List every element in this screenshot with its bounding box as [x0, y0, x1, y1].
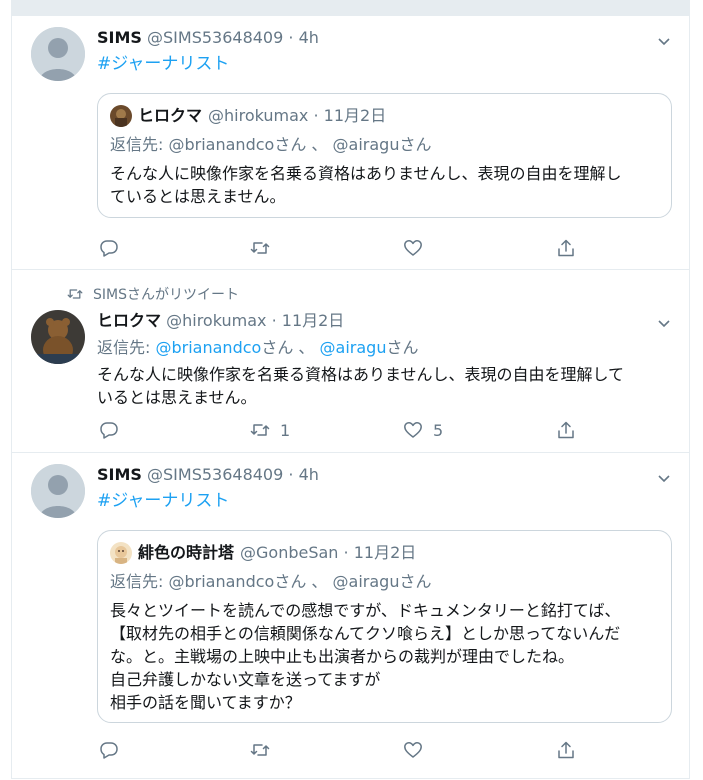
text-line: 相手の話を聞いてますか？ — [110, 693, 301, 712]
tweet-actions — [97, 236, 597, 260]
like-icon — [404, 422, 422, 438]
tweet[interactable]: SIMS @SIMS53648409 · 4h #ジャーナリスト 緋色の時計塔 … — [12, 453, 689, 779]
avatar[interactable] — [31, 27, 85, 81]
text-line: ているとは思えません。 — [110, 187, 286, 206]
retweet-count: 1 — [280, 420, 291, 440]
retweet-button[interactable] — [250, 738, 270, 762]
timestamp[interactable]: 4h — [299, 28, 319, 47]
timestamp[interactable]: 11月2日 — [282, 311, 345, 330]
reply-icon — [100, 422, 118, 439]
reply-context: 返信先: @brianandcoさん 、 @airaguさん — [97, 336, 672, 359]
user-handle: @hirokumax — [208, 106, 309, 125]
reply-separator: 、 — [311, 135, 328, 154]
reply-context: 返信先: @brianandcoさん 、 @airaguさん — [110, 134, 431, 156]
timestamp[interactable]: 4h — [299, 465, 319, 484]
timestamp: 11月2日 — [353, 543, 417, 562]
timeline-top-bar — [11, 0, 690, 16]
user-name[interactable]: SIMS — [97, 465, 142, 484]
user-handle: @GonbeSan — [240, 543, 339, 562]
retweet-icon — [250, 744, 270, 756]
timestamp: 11月2日 — [323, 106, 387, 125]
reply-mention-link[interactable]: @brianandco — [156, 338, 262, 357]
hashtag-link[interactable]: #ジャーナリスト — [97, 53, 229, 75]
share-icon — [558, 741, 574, 759]
quoted-tweet-text: 長々とツイートを読んでの感想ですが、ドキュメンタリーと銘打てば、 【取材先の相手… — [110, 599, 662, 714]
user-handle[interactable]: @hirokumax — [166, 311, 266, 330]
share-button[interactable] — [556, 236, 576, 260]
quoted-tweet-text: そんな人に映像作家を名乗る資格はありませんし、表現の自由を理解し ているとは思え… — [110, 162, 662, 208]
text-line: いるとは思えません。 — [97, 388, 257, 407]
avatar[interactable] — [31, 310, 85, 364]
reply-context: 返信先: @brianandcoさん 、 @airaguさん — [110, 571, 431, 593]
like-count: 5 — [433, 420, 444, 440]
like-button[interactable] — [403, 236, 423, 260]
quoted-tweet-header: 緋色の時計塔 @GonbeSan · 11月2日 — [110, 542, 416, 564]
reply-prefix: 返信先: — [97, 338, 151, 357]
avatar[interactable] — [31, 464, 85, 518]
text-line: な。と。主戦場の上映中止も出演者からの裁判が理由でしたね。 — [110, 647, 575, 666]
caret-down-icon[interactable] — [657, 34, 671, 48]
tweet-header: SIMS @SIMS53648409 · 4h — [97, 28, 319, 47]
text-line: 長々とツイートを読んでの感想ですが、ドキュメンタリーと銘打てば、 — [110, 601, 621, 620]
reply-separator: 、 — [298, 338, 315, 357]
quoted-tweet-header: ヒロクマ @hirokumax · 11月2日 — [110, 105, 386, 127]
text-line: 【取材先の相手との信頼関係なんてクソ喰らえ】としか思ってないんだ — [110, 624, 621, 643]
caret-down-icon[interactable] — [657, 471, 671, 485]
reply-mention: @airaguさん — [332, 135, 432, 154]
user-name[interactable]: SIMS — [97, 28, 142, 47]
reply-prefix: 返信先: — [110, 572, 164, 591]
reply-mention: @brianandcoさん — [168, 135, 307, 154]
user-handle[interactable]: @SIMS53648409 — [147, 28, 283, 47]
tweet[interactable]: SIMSさんがリツイート ヒロクマ @hirokumax · 11月2日 返信先… — [12, 270, 689, 453]
reply-mention: @brianandcoさん — [168, 572, 307, 591]
reply-button[interactable] — [99, 738, 119, 762]
tweet-header: SIMS @SIMS53648409 · 4h — [97, 465, 319, 484]
retweet-button[interactable]: 1 — [250, 418, 290, 442]
quoted-tweet[interactable]: 緋色の時計塔 @GonbeSan · 11月2日 返信先: @brianandc… — [97, 530, 672, 723]
share-icon — [558, 239, 574, 257]
retweet-icon — [67, 289, 83, 299]
share-button[interactable] — [556, 418, 576, 442]
text-line: 自己弁護しかない文章を送ってますが — [110, 670, 381, 689]
tweet-actions: 1 5 — [97, 418, 597, 442]
reply-mention-link[interactable]: @airagu — [320, 338, 387, 357]
hashtag-link[interactable]: #ジャーナリスト — [97, 490, 229, 512]
tweet[interactable]: SIMS @SIMS53648409 · 4h #ジャーナリスト ヒロクマ @h… — [12, 16, 689, 270]
tweet-actions — [97, 738, 597, 762]
reply-suffix: さん — [261, 338, 294, 357]
retweet-label[interactable]: SIMSさんがリツイート — [93, 284, 239, 304]
reply-suffix: さん — [386, 338, 419, 357]
reply-icon — [100, 240, 118, 257]
caret-down-icon[interactable] — [657, 316, 671, 330]
user-name[interactable]: ヒロクマ — [97, 311, 161, 330]
like-icon — [404, 240, 422, 256]
user-name: 緋色の時計塔 — [138, 543, 235, 562]
reply-button[interactable] — [99, 418, 119, 442]
like-icon — [404, 742, 422, 758]
reply-button[interactable] — [99, 236, 119, 260]
retweet-icon — [250, 242, 270, 254]
text-line: そんな人に映像作家を名乗る資格はありませんし、表現の自由を理解し — [110, 164, 622, 183]
share-button[interactable] — [556, 738, 576, 762]
reply-prefix: 返信先: — [110, 135, 164, 154]
reply-mention: @airaguさん — [332, 572, 432, 591]
avatar — [110, 105, 132, 127]
retweet-button[interactable] — [250, 236, 270, 260]
share-icon — [558, 421, 574, 439]
tweet-header: ヒロクマ @hirokumax · 11月2日 — [97, 311, 345, 330]
user-handle[interactable]: @SIMS53648409 — [147, 465, 283, 484]
reply-icon — [100, 742, 118, 759]
retweet-icon — [250, 424, 270, 436]
user-name: ヒロクマ — [138, 106, 203, 125]
text-line: そんな人に映像作家を名乗る資格はありませんし、表現の自由を理解して — [97, 365, 625, 384]
quoted-tweet[interactable]: ヒロクマ @hirokumax · 11月2日 返信先: @brianandco… — [97, 93, 672, 218]
retweet-context: SIMSさんがリツイート — [67, 284, 239, 304]
tweet-text: そんな人に映像作家を名乗る資格はありませんし、表現の自由を理解して いるとは思え… — [97, 363, 672, 409]
timeline: SIMS @SIMS53648409 · 4h #ジャーナリスト ヒロクマ @h… — [11, 16, 690, 779]
like-button[interactable]: 5 — [403, 418, 443, 442]
avatar — [110, 542, 132, 564]
reply-separator: 、 — [311, 572, 328, 591]
like-button[interactable] — [403, 738, 423, 762]
